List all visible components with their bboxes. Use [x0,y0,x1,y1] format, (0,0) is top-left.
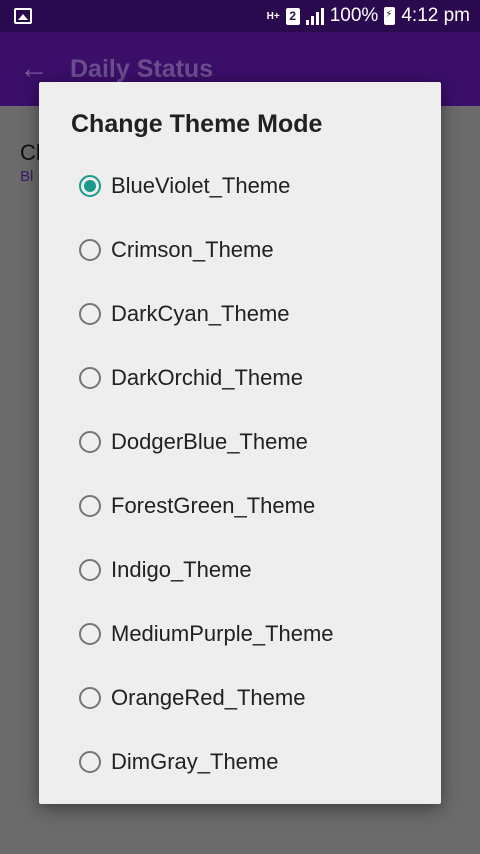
status-bar: H+ 2 100% 4:12 pm [0,0,480,32]
radio-button[interactable] [79,239,101,261]
option-label: DimGray_Theme [111,749,279,774]
gallery-icon [14,8,32,24]
theme-option-indigo[interactable]: Indigo_Theme [39,538,441,602]
option-label: BlueViolet_Theme [111,173,291,198]
option-label: MediumPurple_Theme [111,621,334,646]
option-label: DodgerBlue_Theme [111,429,308,454]
radio-button[interactable] [79,303,101,325]
radio-button[interactable] [79,559,101,581]
option-label: ForestGreen_Theme [111,493,316,518]
option-label: DarkCyan_Theme [111,301,290,326]
app-title: Daily Status [70,54,214,83]
option-label: Crimson_Theme [111,237,274,262]
theme-option-mediumpurple[interactable]: MediumPurple_Theme [39,602,441,666]
theme-option-dodgerblue[interactable]: DodgerBlue_Theme [39,410,441,474]
option-label: Indigo_Theme [111,557,252,582]
radio-button[interactable] [79,431,101,453]
theme-option-blueviolet[interactable]: BlueViolet_Theme [39,154,441,218]
theme-dialog: Change Theme Mode BlueViolet_Theme Crims… [39,82,441,804]
theme-option-orangered[interactable]: OrangeRed_Theme [39,666,441,730]
radio-button[interactable] [79,175,101,197]
battery-percent: 100% [329,5,379,26]
theme-option-darkcyan[interactable]: DarkCyan_Theme [39,282,441,346]
background-content: Cl Bl [20,140,41,185]
radio-button[interactable] [79,623,101,645]
background-setting-value: Bl [20,168,34,185]
theme-option-darkorchid[interactable]: DarkOrchid_Theme [39,346,441,410]
clock: 4:12 pm [401,5,470,26]
theme-options-list: BlueViolet_Theme Crimson_Theme DarkCyan_… [39,154,441,794]
radio-button[interactable] [79,687,101,709]
sim-indicator: 2 [285,7,300,25]
radio-button[interactable] [79,495,101,517]
radio-button[interactable] [79,367,101,389]
theme-option-crimson[interactable]: Crimson_Theme [39,218,441,282]
theme-option-forestgreen[interactable]: ForestGreen_Theme [39,474,441,538]
background-setting-title: Cl [20,140,41,165]
back-arrow-icon[interactable]: ← [18,52,50,86]
option-label: DarkOrchid_Theme [111,365,303,390]
network-type-label: H+ [266,10,280,22]
theme-option-dimgray[interactable]: DimGray_Theme [39,730,441,794]
signal-icon [305,7,324,25]
option-label: OrangeRed_Theme [111,685,306,710]
battery-charging-icon [384,7,396,25]
dialog-title: Change Theme Mode [71,110,323,138]
radio-button[interactable] [79,751,101,773]
